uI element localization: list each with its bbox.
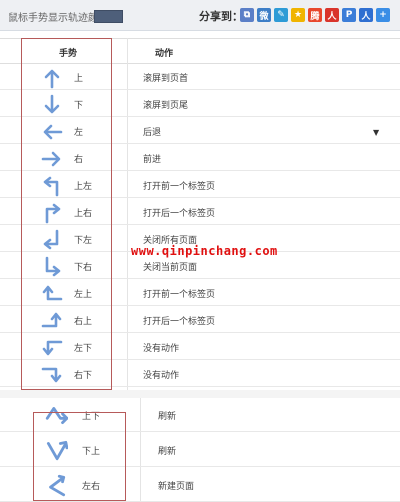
gesture-action[interactable]: 新建页面 — [158, 479, 194, 492]
chevron-down-icon[interactable]: ▼ — [373, 128, 379, 137]
tencent-weibo-share-icon[interactable]: 腾 — [308, 8, 322, 22]
table-row: 左 后退 — [0, 118, 400, 144]
more-share-icon[interactable]: + — [376, 8, 390, 22]
arrow-down-left-icon — [41, 229, 63, 251]
gesture-action[interactable]: 打开后一个标签页 — [143, 314, 215, 327]
table-row: 左右 新建页面 — [0, 468, 400, 502]
gesture-direction: 左 — [74, 128, 84, 138]
arrow-down-icon — [41, 94, 63, 116]
gesture-column-header: 手势 — [59, 49, 78, 59]
table-row: 下 滚屏到页尾 — [0, 91, 400, 117]
table-row: 上 滚屏到页首 — [0, 64, 400, 90]
renren-share-icon[interactable]: 人 — [325, 8, 339, 22]
gesture-action[interactable]: 打开前一个标签页 — [143, 179, 215, 192]
trail-color-picker[interactable] — [94, 10, 123, 23]
top-toolbar: 鼠标手势显示轨迹颜色 分享到： ⧉ 微 ✎ ★ 腾人 P 人 + — [0, 0, 400, 31]
table-row: 上右 打开后一个标签页 — [0, 199, 400, 225]
gesture-action[interactable]: 没有动作 — [143, 341, 179, 354]
action-column-header: 动作 — [155, 49, 174, 59]
gesture-action[interactable]: 打开前一个标签页 — [143, 287, 215, 300]
gesture-action[interactable]: 打开后一个标签页 — [143, 206, 215, 219]
gesture-direction: 左上 — [74, 290, 93, 300]
gesture-table-lower: 上下 刷新 下上 刷新 左右 新建页面 — [0, 398, 400, 502]
table-row: 右 前进 — [0, 145, 400, 171]
table-row: 右上 打开后一个标签页 — [0, 307, 400, 333]
table-row: 右下 没有动作 — [0, 361, 400, 387]
gesture-action[interactable]: 滚屏到页首 — [143, 71, 188, 84]
gesture-direction: 上左 — [74, 182, 93, 192]
gesture-action[interactable]: 后退 — [143, 125, 161, 138]
weibo-share-icon[interactable]: 微 — [257, 8, 271, 22]
arrow-right-icon — [41, 148, 63, 170]
arrow-up-left-icon — [41, 175, 63, 197]
pengyou-share-icon[interactable]: P — [342, 8, 356, 22]
arrow-up-icon — [41, 67, 63, 89]
qzone-share-icon[interactable]: ★ — [291, 8, 305, 22]
section-separator — [0, 390, 400, 398]
share-label: 分享到： — [199, 10, 243, 23]
arrow-left-right-icon — [44, 473, 68, 497]
gesture-direction: 左下 — [74, 344, 93, 354]
edit-share-icon[interactable]: ✎ — [274, 8, 288, 22]
gesture-direction: 上右 — [74, 209, 93, 219]
copy-share-icon[interactable]: ⧉ — [240, 8, 254, 22]
gesture-direction: 上下 — [82, 412, 101, 422]
gesture-direction: 右 — [74, 155, 84, 165]
gesture-direction: 右上 — [74, 317, 93, 327]
gesture-direction: 下右 — [74, 263, 93, 273]
arrow-up-down-icon — [44, 403, 69, 427]
gesture-direction: 下左 — [74, 236, 93, 246]
kaixin-share-icon[interactable]: 人 — [359, 8, 373, 22]
trail-color-label: 鼠标手势显示轨迹颜色 — [8, 13, 108, 24]
gesture-action[interactable]: 关闭当前页面 — [143, 260, 197, 273]
gesture-action[interactable]: 没有动作 — [143, 368, 179, 381]
arrow-left-up-icon — [41, 283, 63, 305]
table-row: 左上 打开前一个标签页 — [0, 280, 400, 306]
arrow-down-right-icon — [41, 256, 63, 278]
table-row: 上下 刷新 — [0, 398, 400, 432]
gesture-action[interactable]: 刷新 — [158, 409, 176, 422]
arrow-right-down-icon — [41, 364, 63, 386]
table-header: 手势 动作 — [0, 38, 400, 64]
arrow-left-icon — [41, 121, 63, 143]
table-row: 上左 打开前一个标签页 — [0, 172, 400, 198]
watermark-text: www.qinpinchang.com — [131, 244, 278, 258]
arrow-left-down-icon — [41, 337, 63, 359]
gesture-direction: 左右 — [82, 482, 101, 492]
gesture-direction: 下上 — [82, 447, 101, 457]
gesture-direction: 右下 — [74, 371, 93, 381]
gesture-direction: 上 — [74, 74, 84, 84]
table-row: 左下 没有动作 — [0, 334, 400, 360]
gesture-action[interactable]: 前进 — [143, 152, 161, 165]
gesture-action[interactable]: 滚屏到页尾 — [143, 98, 188, 111]
share-icons: ⧉ 微 ✎ ★ 腾人 P 人 + — [240, 8, 390, 23]
gesture-table: 手势 动作 上滚屏到页首下滚屏到页尾左后退右前进 上左 打开前一个标签页 上右 打开后一… — [0, 38, 400, 390]
arrow-up-right-icon — [41, 202, 63, 224]
arrow-right-up-icon — [41, 310, 63, 332]
gesture-action[interactable]: 刷新 — [158, 444, 176, 457]
table-row: 下上 刷新 — [0, 433, 400, 467]
gesture-direction: 下 — [74, 101, 84, 111]
arrow-down-up-icon — [44, 438, 69, 462]
